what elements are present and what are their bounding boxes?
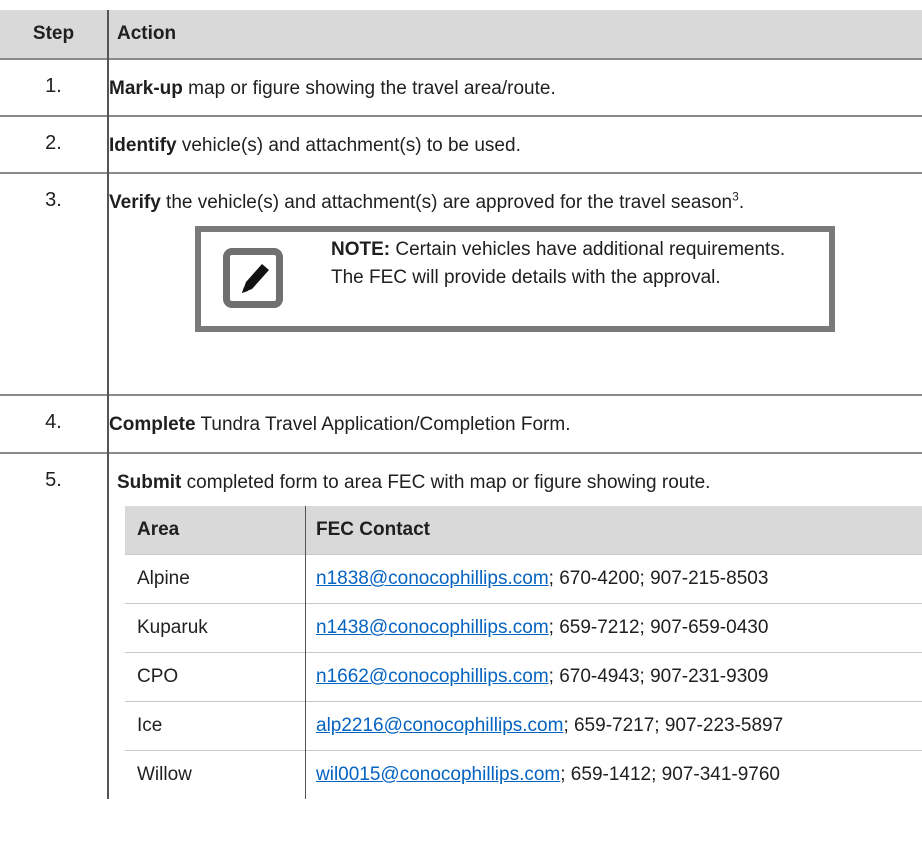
area-name: Ice xyxy=(125,701,306,751)
phone-numbers: ; 659-7217; 907-223-5897 xyxy=(563,715,784,736)
procedure-table: Step Action 1. Mark-up map or figure sho… xyxy=(0,10,922,799)
fec-contact: n1438@conocophillips.com; 659-7212; 907-… xyxy=(305,603,922,653)
step-verb: Verify xyxy=(109,192,161,213)
step-row: 3. Verify the vehicle(s) and attachment(… xyxy=(0,172,922,395)
fec-contact-column-header: FEC Contact xyxy=(305,506,922,555)
step-verb: Complete xyxy=(109,414,196,435)
step-text: vehicle(s) and attachment(s) to be used. xyxy=(176,135,521,156)
area-name: Willow xyxy=(125,750,306,799)
step-verb: Submit xyxy=(117,472,182,493)
step-number: 5. xyxy=(45,469,62,491)
contact-row: Kuparuk n1438@conocophillips.com; 659-72… xyxy=(125,603,922,653)
fec-contact: alp2216@conocophillips.com; 659-7217; 90… xyxy=(305,701,922,751)
contacts-header-row: Area FEC Contact xyxy=(125,506,922,555)
phone-numbers: ; 670-4200; 907-215-8503 xyxy=(548,568,769,589)
step-text: map or figure showing the travel area/ro… xyxy=(182,78,556,99)
note-callout: NOTE: Certain vehicles have additional r… xyxy=(195,226,835,332)
contact-row: Ice alp2216@conocophillips.com; 659-7217… xyxy=(125,701,922,751)
note-label: NOTE: xyxy=(331,239,391,260)
note-text: NOTE: Certain vehicles have additional r… xyxy=(331,236,791,292)
area-column-header: Area xyxy=(125,506,306,555)
contact-row: CPO n1662@conocophillips.com; 670-4943; … xyxy=(125,652,922,702)
step-action: Complete Tundra Travel Application/Compl… xyxy=(109,411,922,438)
area-name: Alpine xyxy=(125,554,306,604)
fec-contacts-table: Area FEC Contact Alpine n1838@conocophil… xyxy=(125,506,922,799)
area-name: Kuparuk xyxy=(125,603,306,653)
step-verb: Identify xyxy=(109,135,177,156)
step-column-header: Step xyxy=(0,10,109,59)
footnote-marker: 3 xyxy=(732,189,739,204)
contact-row: Willow wil0015@conocophillips.com; 659-1… xyxy=(125,750,922,799)
step-row: 2. Identify vehicle(s) and attachment(s)… xyxy=(0,115,922,173)
step-number: 1. xyxy=(45,75,62,97)
phone-numbers: ; 659-1412; 907-341-9760 xyxy=(560,764,780,785)
fec-contact: wil0015@conocophillips.com; 659-1412; 90… xyxy=(305,750,922,799)
email-link[interactable]: n1438@conocophillips.com xyxy=(316,617,549,638)
step-row: 4. Complete Tundra Travel Application/Co… xyxy=(0,394,922,453)
step-number: 4. xyxy=(45,411,62,433)
step-verb: Mark-up xyxy=(109,78,183,99)
step-text: completed form to area FEC with map or f… xyxy=(181,472,711,493)
email-link[interactable]: alp2216@conocophillips.com xyxy=(316,715,563,736)
email-link[interactable]: n1662@conocophillips.com xyxy=(316,666,549,687)
action-column-header: Action xyxy=(117,23,177,44)
step-number: 2. xyxy=(45,132,62,154)
phone-numbers: ; 659-7212; 907-659-0430 xyxy=(548,617,769,638)
fec-contact: n1662@conocophillips.com; 670-4943; 907-… xyxy=(305,652,922,702)
step-action: Identify vehicle(s) and attachment(s) to… xyxy=(109,132,922,159)
step-number: 3. xyxy=(45,189,62,211)
step-row: 5. Submit completed form to area FEC wit… xyxy=(0,452,922,799)
step-text-end: . xyxy=(738,192,745,213)
note-body: Certain vehicles have additional require… xyxy=(331,239,786,288)
step-action: Verify the vehicle(s) and attachment(s) … xyxy=(109,189,749,216)
step-action: Mark-up map or figure showing the travel… xyxy=(109,75,922,102)
procedure-header-row: Step Action xyxy=(0,10,922,59)
fec-contact: n1838@conocophillips.com; 670-4200; 907-… xyxy=(305,554,922,604)
email-link[interactable]: wil0015@conocophillips.com xyxy=(316,764,560,785)
contact-row: Alpine n1838@conocophillips.com; 670-420… xyxy=(125,554,922,604)
step-action: Submit completed form to area FEC with m… xyxy=(117,469,922,496)
step-row: 1. Mark-up map or figure showing the tra… xyxy=(0,58,922,116)
step-text: Tundra Travel Application/Completion For… xyxy=(195,414,571,435)
area-name: CPO xyxy=(125,652,306,702)
email-link[interactable]: n1838@conocophillips.com xyxy=(316,568,549,589)
phone-numbers: ; 670-4943; 907-231-9309 xyxy=(548,666,769,687)
step-text: the vehicle(s) and attachment(s) are app… xyxy=(160,192,733,213)
edit-note-icon xyxy=(223,248,283,308)
